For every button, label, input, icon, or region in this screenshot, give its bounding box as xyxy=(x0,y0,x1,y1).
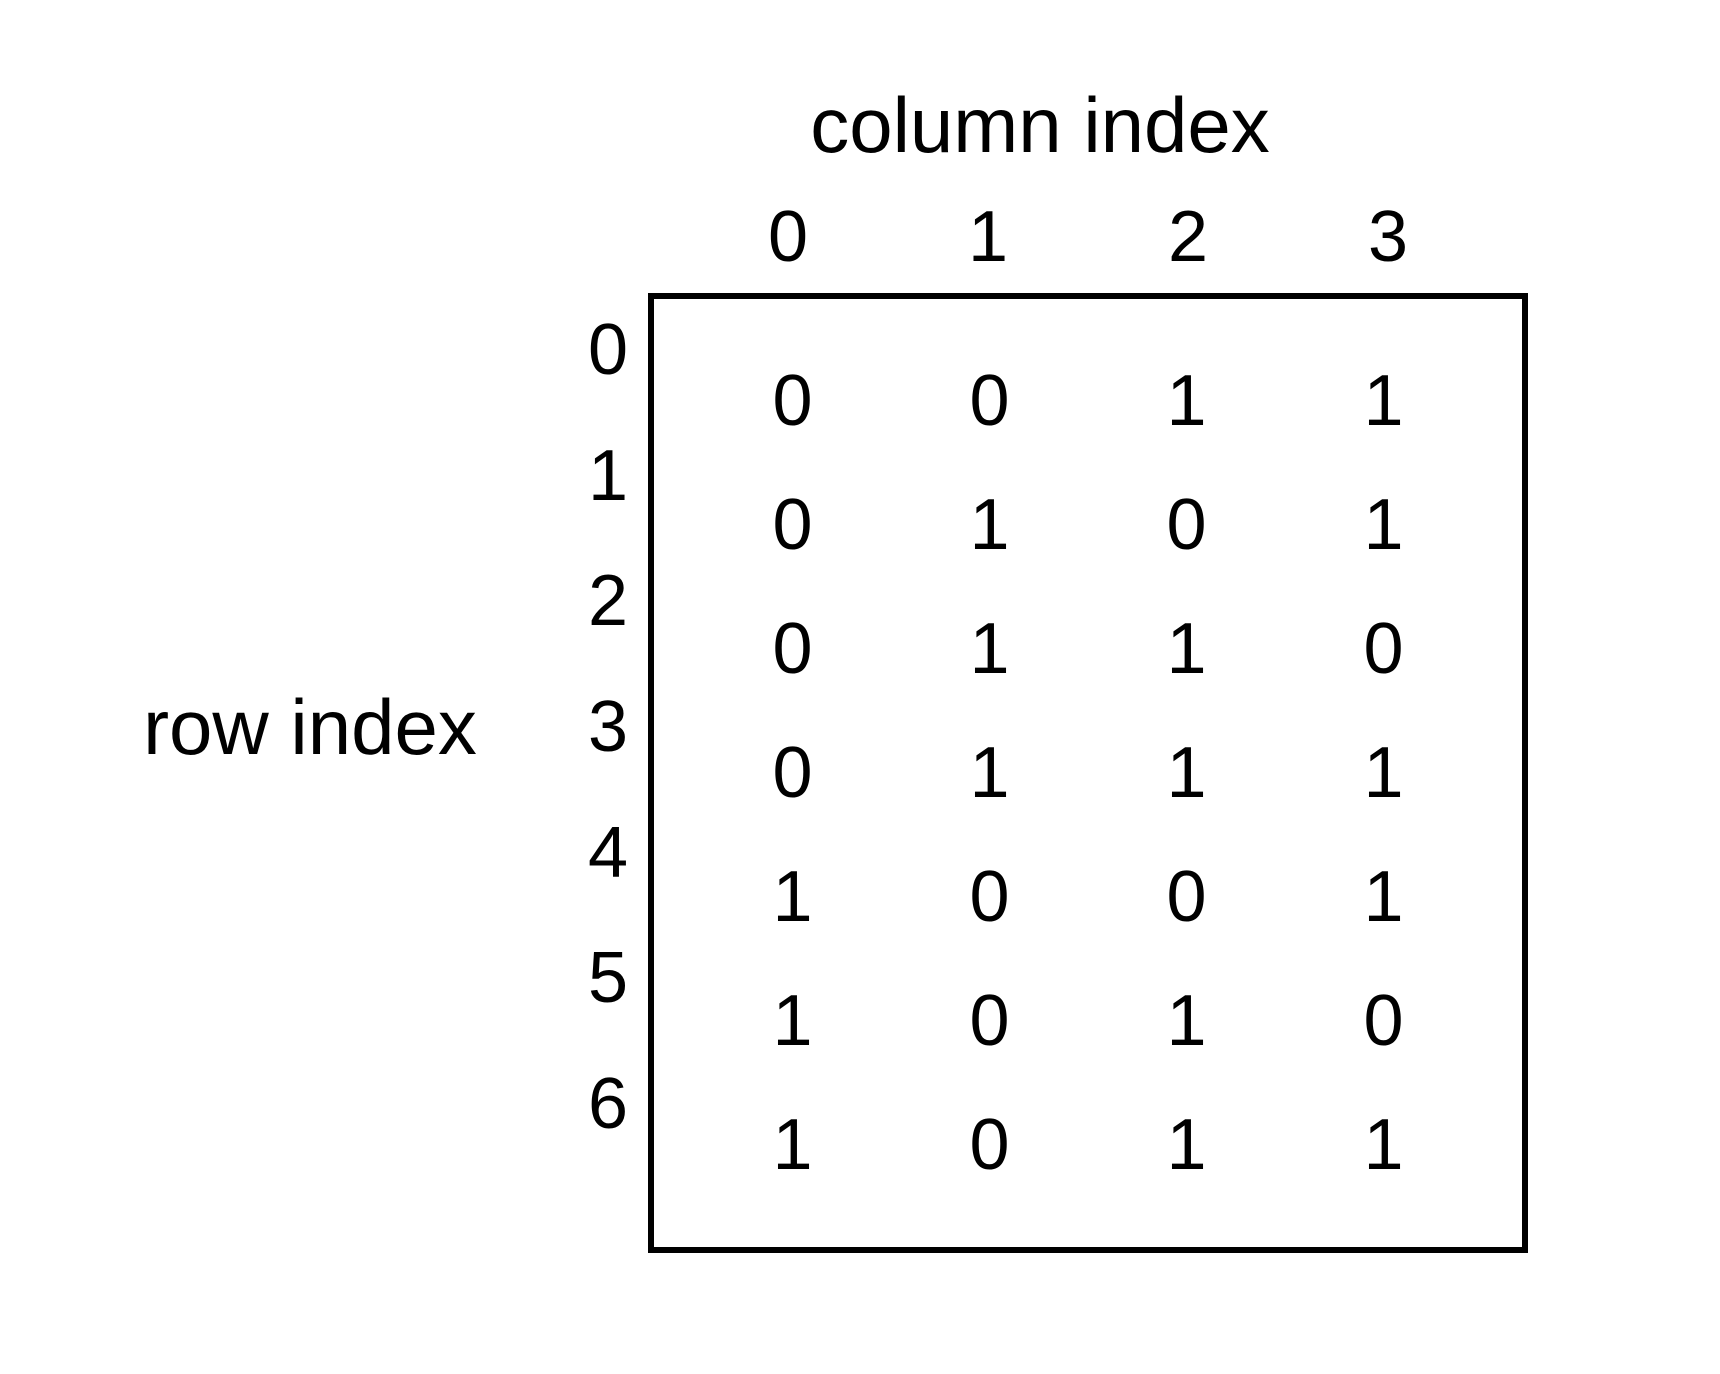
cell-1-3: 1 xyxy=(1344,489,1424,561)
cell-1-0: 0 xyxy=(753,489,833,561)
row-header-label: row index xyxy=(100,682,520,773)
cell-5-0: 1 xyxy=(753,985,833,1057)
cell-5-1: 0 xyxy=(950,985,1030,1057)
cell-0-1: 0 xyxy=(950,365,1030,437)
cell-0-3: 1 xyxy=(1344,365,1424,437)
cell-2-1: 1 xyxy=(950,613,1030,685)
cell-6-3: 1 xyxy=(1344,1109,1424,1181)
cell-4-3: 1 xyxy=(1344,861,1424,933)
cell-3-2: 1 xyxy=(1147,737,1227,809)
cell-0-0: 0 xyxy=(753,365,833,437)
column-header-label: column index xyxy=(630,80,1450,171)
matrix-row-3: 0 1 1 1 xyxy=(694,737,1482,809)
row-index-4: 4 xyxy=(580,817,628,889)
row-index-5: 5 xyxy=(580,942,628,1014)
matrix-row-5: 1 0 1 0 xyxy=(694,985,1482,1057)
cell-5-3: 0 xyxy=(1344,985,1424,1057)
cell-2-2: 1 xyxy=(1147,613,1227,685)
diagram-container: column index row index 0 1 2 3 4 5 6 0 1… xyxy=(100,80,1528,1253)
col-index-3: 3 xyxy=(1348,201,1428,273)
row-index-6: 6 xyxy=(580,1068,628,1140)
matrix-row-6: 1 0 1 1 xyxy=(694,1109,1482,1181)
row-index-3: 3 xyxy=(580,691,628,763)
row-header-wrap: row index xyxy=(100,247,520,1207)
cell-4-1: 0 xyxy=(950,861,1030,933)
cell-1-1: 1 xyxy=(950,489,1030,561)
cell-0-2: 1 xyxy=(1147,365,1227,437)
cell-6-0: 1 xyxy=(753,1109,833,1181)
row-index-2: 2 xyxy=(580,565,628,637)
cell-1-2: 0 xyxy=(1147,489,1227,561)
matrix-row-4: 1 0 0 1 xyxy=(694,861,1482,933)
cell-3-0: 0 xyxy=(753,737,833,809)
cell-3-3: 1 xyxy=(1344,737,1424,809)
cell-4-0: 1 xyxy=(753,861,833,933)
cell-6-1: 0 xyxy=(950,1109,1030,1181)
column-indices: 0 1 2 3 xyxy=(648,201,1528,273)
row-index-0: 0 xyxy=(580,314,628,386)
main-flex: row index 0 1 2 3 4 5 6 0 1 2 3 0 0 1 xyxy=(100,201,1528,1253)
matrix-row-1: 0 1 0 1 xyxy=(694,489,1482,561)
col-index-1: 1 xyxy=(948,201,1028,273)
cell-3-1: 1 xyxy=(950,737,1030,809)
cell-2-0: 0 xyxy=(753,613,833,685)
matrix-row-0: 0 0 1 1 xyxy=(694,365,1482,437)
cell-2-3: 0 xyxy=(1344,613,1424,685)
row-indices: 0 1 2 3 4 5 6 xyxy=(580,247,628,1207)
col-index-2: 2 xyxy=(1148,201,1228,273)
matrix-area: 0 1 2 3 0 0 1 1 0 1 0 1 xyxy=(648,201,1528,1253)
cell-6-2: 1 xyxy=(1147,1109,1227,1181)
matrix-row-2: 0 1 1 0 xyxy=(694,613,1482,685)
row-index-1: 1 xyxy=(580,440,628,512)
matrix-box: 0 0 1 1 0 1 0 1 0 1 1 0 xyxy=(648,293,1528,1253)
cell-4-2: 0 xyxy=(1147,861,1227,933)
cell-5-2: 1 xyxy=(1147,985,1227,1057)
col-index-0: 0 xyxy=(748,201,828,273)
